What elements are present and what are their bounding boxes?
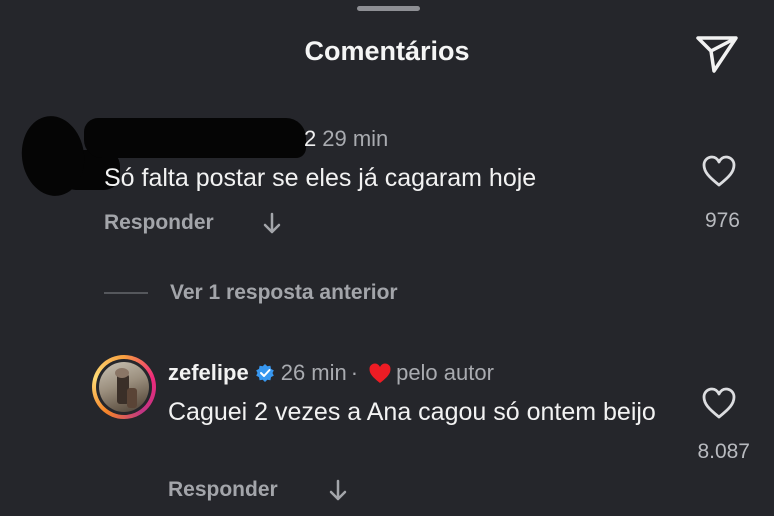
comment-time: 29 min <box>322 126 389 151</box>
comment-time: 26 min <box>280 360 347 385</box>
verified-badge-icon <box>255 364 274 382</box>
avatar-photo <box>99 362 149 412</box>
comment-meta: 2 29 min <box>304 126 388 152</box>
drag-handle[interactable] <box>357 6 420 11</box>
avatar[interactable] <box>92 355 156 419</box>
heart-icon[interactable] <box>701 154 737 188</box>
view-replies-link[interactable]: Ver 1 resposta anterior <box>170 281 398 305</box>
reply-number: 2 <box>304 126 317 151</box>
paper-plane-icon[interactable] <box>694 33 740 75</box>
comment-text: Caguei 2 vezes a Ana cagou só ontem beij… <box>168 398 656 426</box>
like-count: 976 <box>704 209 740 232</box>
comment-text: Só falta postar se eles já cagaram hoje <box>104 164 537 192</box>
comment-meta: zefelipe 26 min · pelo autor <box>168 360 494 386</box>
liked-by-author-label: pelo autor <box>396 360 494 385</box>
username[interactable]: zefelipe <box>168 360 249 386</box>
arrow-down-icon[interactable] <box>262 211 282 235</box>
arrow-down-icon[interactable] <box>328 478 348 502</box>
replies-divider <box>104 292 148 294</box>
reply-button[interactable]: Responder <box>168 478 278 502</box>
author-liked-heart-icon <box>369 363 391 383</box>
reply-button[interactable]: Responder <box>104 211 214 235</box>
separator: · <box>350 360 359 385</box>
redacted-username <box>84 118 306 158</box>
heart-icon[interactable] <box>701 386 737 420</box>
page-title: Comentários <box>304 36 470 66</box>
like-count: 8.087 <box>697 440 750 463</box>
